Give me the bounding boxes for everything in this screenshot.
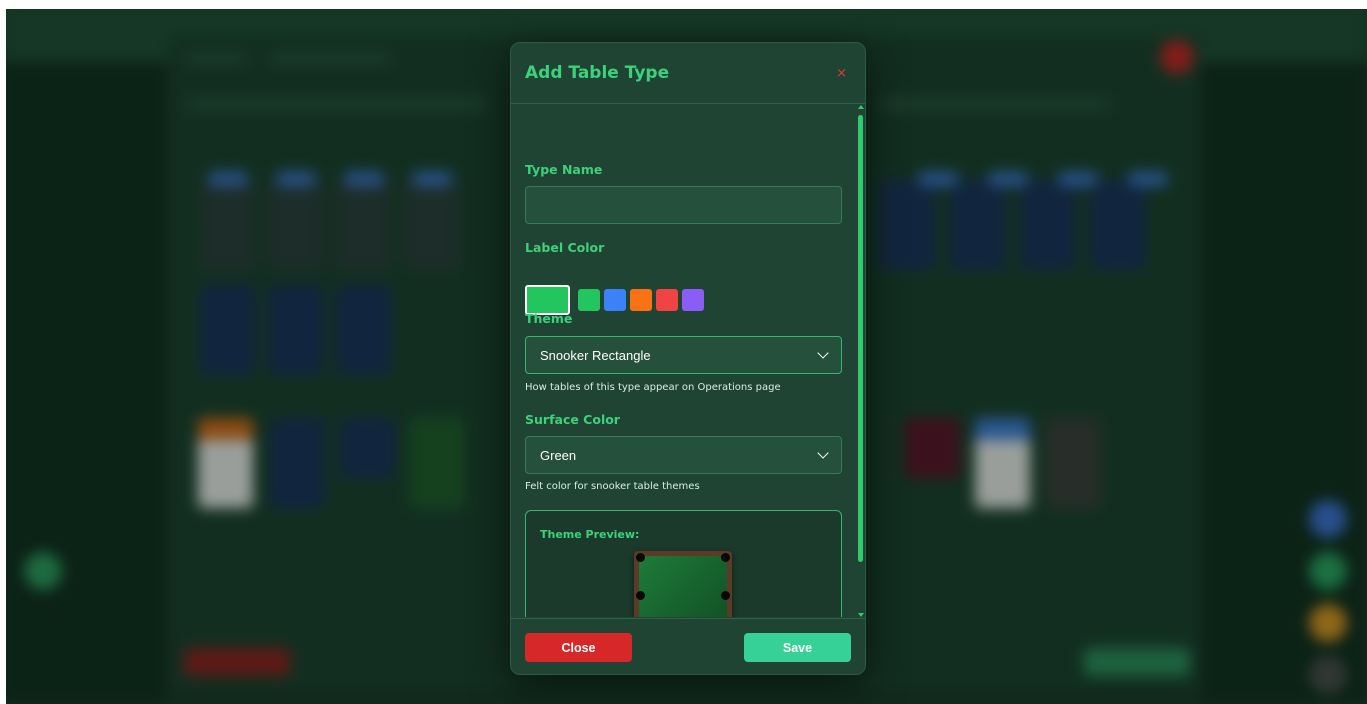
caret-down-icon[interactable]	[858, 613, 864, 617]
modal-body: Type Name Label Color Theme Snooker Rect…	[511, 105, 865, 617]
theme-preview-label: Theme Preview:	[540, 528, 640, 541]
theme-select[interactable]: Snooker Rectangle	[525, 336, 842, 374]
chevron-down-icon	[817, 347, 829, 359]
surface-color-hint: Felt color for snooker table themes	[525, 481, 700, 492]
type-name-input[interactable]	[525, 186, 842, 224]
surface-color-label: Surface Color	[525, 412, 620, 427]
surface-color-select-value: Green	[540, 447, 577, 463]
color-swatch-red[interactable]	[656, 289, 678, 311]
theme-select-value: Snooker Rectangle	[540, 347, 651, 363]
theme-hint: How tables of this type appear on Operat…	[525, 382, 781, 393]
modal-title: Add Table Type	[525, 63, 670, 83]
chevron-down-icon	[817, 447, 829, 459]
table-pocket	[721, 553, 730, 562]
snooker-table-preview	[634, 551, 732, 617]
save-button[interactable]: Save	[744, 633, 851, 662]
theme-preview-box: Theme Preview:	[525, 510, 842, 617]
type-name-label: Type Name	[525, 162, 603, 177]
surface-color-select[interactable]: Green	[525, 436, 842, 474]
color-swatch-purple[interactable]	[682, 289, 704, 311]
close-button[interactable]: Close	[525, 633, 632, 662]
screen-edge	[0, 0, 1367, 9]
modal-footer: Close Save	[511, 618, 865, 674]
table-felt	[639, 556, 727, 617]
table-pocket	[636, 553, 645, 562]
caret-up-icon[interactable]	[858, 105, 864, 109]
label-color-label: Label Color	[525, 240, 605, 255]
modal-scrollbar[interactable]	[857, 105, 865, 617]
close-icon[interactable]: ×	[836, 66, 847, 81]
color-swatch-green[interactable]	[578, 289, 600, 311]
scrollbar-thumb[interactable]	[858, 115, 863, 562]
color-swatch-blue[interactable]	[604, 289, 626, 311]
add-table-type-modal: Add Table Type × Type Name Label Color T…	[510, 42, 866, 675]
color-swatch-orange[interactable]	[630, 289, 652, 311]
table-pocket	[721, 591, 730, 600]
theme-label: Theme	[525, 311, 573, 326]
modal-header: Add Table Type ×	[511, 43, 865, 104]
screen-edge	[0, 0, 6, 704]
table-pocket	[636, 591, 645, 600]
